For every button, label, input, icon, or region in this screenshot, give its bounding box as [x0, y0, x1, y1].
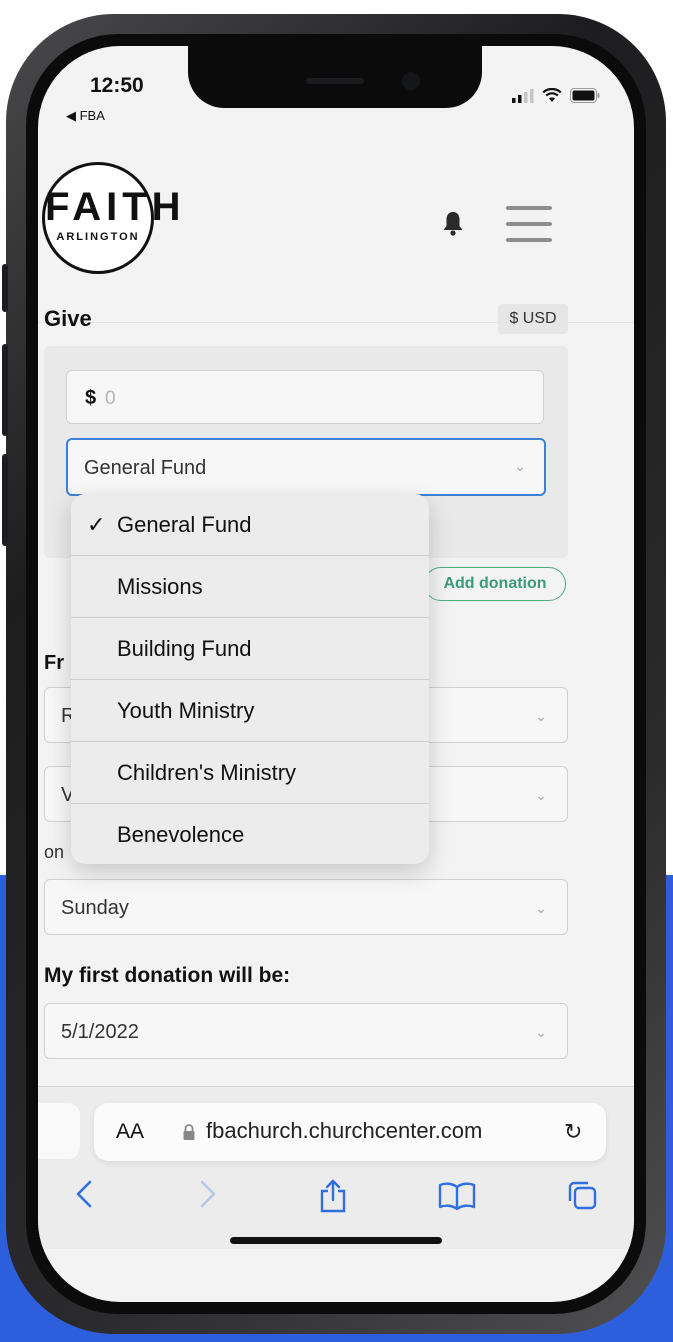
first-donation-date-select[interactable]: 5/1/2022 ⌄ [44, 1003, 568, 1059]
status-time: 12:50 [90, 74, 144, 97]
safari-toolbar [38, 1179, 634, 1229]
fund-select-value: General Fund [84, 457, 207, 479]
phone-bezel: 12:50 ◀ FBA FAITH ARLINGTON Give $ USD $… [26, 34, 646, 1314]
previous-tab-preview[interactable] [38, 1103, 80, 1159]
first-donation-date-value: 5/1/2022 [61, 1021, 139, 1043]
chevron-down-icon: ⌄ [535, 787, 547, 803]
fund-option-label: Benevolence [117, 822, 245, 847]
front-camera [402, 72, 420, 90]
share-icon[interactable] [318, 1179, 348, 1213]
tabs-icon[interactable] [566, 1179, 598, 1211]
reload-icon[interactable]: ↻ [564, 1119, 582, 1145]
address-bar[interactable]: AA fbachurch.churchcenter.com ↻ [94, 1103, 606, 1161]
url-text: fbachurch.churchcenter.com [206, 1118, 483, 1143]
fund-option-label: Children's Ministry [117, 760, 297, 785]
bookmarks-icon[interactable] [438, 1181, 476, 1211]
logo-word: FAITH [45, 185, 186, 229]
logo-subword: ARLINGTON [56, 231, 140, 243]
amount-placeholder: 0 [105, 388, 116, 409]
currency-button[interactable]: $ USD [498, 304, 568, 334]
fund-option[interactable]: Children's Ministry [71, 742, 429, 804]
lock-icon [183, 1124, 195, 1140]
fund-dropdown-menu: ✓ General Fund Missions Building Fund Yo… [71, 494, 429, 864]
signal-icon [512, 88, 534, 103]
wifi-icon [542, 88, 562, 102]
mute-switch [2, 264, 8, 312]
chevron-down-icon: ⌄ [535, 900, 547, 916]
frequency-label: Fr [44, 652, 64, 674]
forward-arrow-icon[interactable] [198, 1179, 218, 1209]
fund-option-label: Missions [117, 574, 203, 599]
fund-option[interactable]: Missions [71, 556, 429, 618]
day-select-value: Sunday [61, 897, 129, 919]
fund-select[interactable]: General Fund ⌄ [66, 438, 546, 496]
fund-option-label: General Fund [117, 512, 252, 537]
day-select[interactable]: Sunday ⌄ [44, 879, 568, 935]
site-header: FAITH ARLINGTON [38, 126, 634, 323]
phone-frame: 12:50 ◀ FBA FAITH ARLINGTON Give $ USD $… [2, 14, 666, 1334]
phone-screen: 12:50 ◀ FBA FAITH ARLINGTON Give $ USD $… [38, 46, 634, 1302]
notch [188, 46, 482, 108]
text-size-button[interactable]: AA [116, 1120, 144, 1144]
checkmark-icon: ✓ [87, 512, 106, 537]
fund-option[interactable]: Youth Ministry [71, 680, 429, 742]
on-label: on [44, 842, 65, 862]
battery-icon [570, 88, 600, 103]
speaker [306, 78, 364, 84]
first-donation-label: My first donation will be: [44, 964, 291, 987]
fund-option-label: Building Fund [117, 636, 252, 661]
back-to-app-link[interactable]: ◀ FBA [66, 108, 105, 124]
volume-up-button [2, 344, 8, 436]
give-title: Give [44, 306, 92, 331]
faith-arlington-logo[interactable]: FAITH ARLINGTON [42, 162, 186, 274]
volume-down-button [2, 454, 8, 546]
amount-currency-symbol: $ [85, 387, 97, 409]
chevron-down-icon: ⌄ [514, 458, 526, 474]
back-arrow-icon[interactable] [74, 1179, 94, 1209]
fund-option-label: Youth Ministry [117, 698, 255, 723]
status-icons [512, 88, 600, 103]
amount-input[interactable]: $ 0 [66, 370, 544, 424]
hamburger-menu-icon[interactable] [506, 206, 552, 254]
add-donation-button[interactable]: Add donation [424, 567, 566, 601]
chevron-down-icon: ⌄ [535, 708, 547, 724]
safari-bottom-bar: AA fbachurch.churchcenter.com ↻ [38, 1086, 634, 1249]
home-indicator[interactable] [230, 1237, 442, 1244]
fund-option[interactable]: ✓ General Fund [71, 494, 429, 556]
fund-option[interactable]: Benevolence [71, 804, 429, 864]
chevron-down-icon: ⌄ [535, 1024, 547, 1040]
bell-icon[interactable] [442, 210, 464, 236]
fund-option[interactable]: Building Fund [71, 618, 429, 680]
